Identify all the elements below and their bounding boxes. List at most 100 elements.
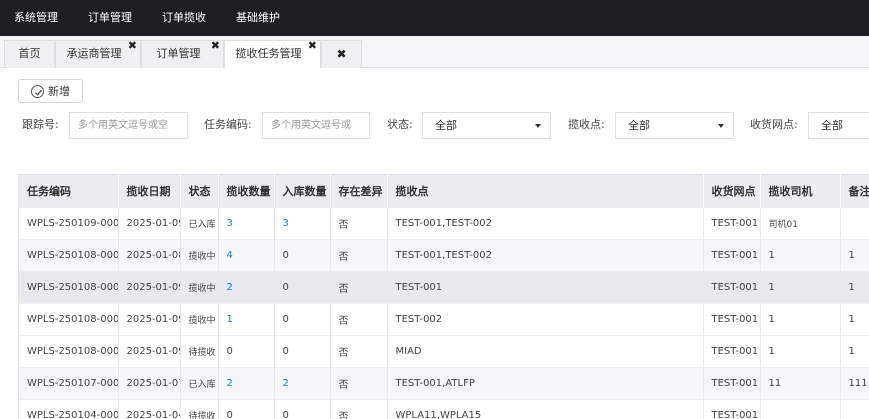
cell-pickup-driver: 1: [760, 335, 841, 368]
cell-pickup-qty: 0: [218, 399, 275, 419]
table-header-row: 任务编码 揽收日期 状态 揽收数量 入库数量 存在差异 揽收点 收货网点 揽收司…: [19, 174, 869, 208]
cell-receiving-network: TEST-001: [703, 335, 761, 368]
cell-status: 揽收中: [180, 303, 219, 336]
cell-pickup-point: TEST-001,TEST-002: [387, 239, 704, 272]
column-header-status[interactable]: 状态: [180, 174, 219, 208]
column-header-pickup-qty[interactable]: 揽收数量: [218, 174, 275, 208]
table-row[interactable]: WPLS-250108-0003 2025-01-09 揽收中 2 0 否 TE…: [19, 271, 869, 304]
cell-receiving-network: TEST-001: [703, 367, 761, 400]
cell-receiving-network: TEST-001: [703, 207, 761, 240]
cell-pickup-qty-link[interactable]: 4: [227, 250, 233, 261]
tab-pickup-task-close-icon[interactable]: ✖: [308, 40, 317, 52]
cell-pickup-date: 2025-01-09: [118, 207, 181, 240]
main-content: 新增 跟踪号: 多个用英文逗号或空 任务编码: 多个用英文逗号或 状态: 全部 …: [0, 68, 869, 419]
table-row[interactable]: WPLS-250108-0001 2025-01-09 待揽收 0 0 否 MI…: [19, 335, 869, 368]
cell-remark: [840, 399, 869, 419]
pickup-point-select[interactable]: 全部: [615, 112, 734, 139]
cell-has-diff: 否: [330, 271, 388, 304]
tracking-number-input[interactable]: 多个用英文逗号或空: [69, 112, 188, 139]
cell-has-diff: 否: [330, 335, 388, 368]
cell-inbound-qty: 0: [274, 399, 331, 419]
cell-pickup-date: 2025-01-04: [118, 399, 181, 419]
cell-pickup-qty: 0: [218, 335, 275, 368]
cell-pickup-date: 2025-01-09: [118, 335, 181, 368]
cell-receiving-network: TEST-001: [703, 303, 761, 336]
cell-remark: [840, 207, 869, 240]
cell-pickup-qty-link[interactable]: 2: [227, 282, 233, 293]
cell-receiving-network: TEST-001: [703, 239, 761, 272]
cell-status: 待揽收: [180, 399, 219, 419]
cell-inbound-qty-link[interactable]: 3: [283, 218, 289, 229]
table-row[interactable]: WPLS-250108-0002 2025-01-09 揽收中 1 0 否 TE…: [19, 303, 869, 336]
tab-pickup-task-management[interactable]: 揽收任务管理 ✖: [224, 40, 321, 69]
nav-system-management[interactable]: 系统管理: [8, 0, 62, 36]
cell-status: 揽收中: [180, 271, 219, 304]
column-header-inbound-qty[interactable]: 入库数量: [274, 174, 331, 208]
column-header-receiving-network[interactable]: 收货网点: [703, 174, 761, 208]
task-code-label: 任务编码:: [204, 118, 252, 131]
cell-has-diff: 否: [330, 399, 388, 419]
cell-has-diff: 否: [330, 367, 388, 400]
receiving-network-label: 收货网点:: [750, 118, 798, 131]
nav-basic-maintenance[interactable]: 基础维护: [232, 0, 284, 36]
tab-order-close-icon[interactable]: ✖: [211, 40, 220, 52]
cell-remark: 1: [840, 335, 869, 368]
cell-remark: 111: [840, 367, 869, 400]
table-row[interactable]: WPLS-250109-0001 2025-01-09 已入库 3 3 否 TE…: [19, 207, 869, 240]
receiving-network-select[interactable]: 全部: [808, 112, 869, 139]
cell-pickup-driver: [760, 399, 841, 419]
column-header-has-diff[interactable]: 存在差异: [330, 174, 388, 208]
cell-remark: 1: [840, 239, 869, 272]
column-header-pickup-driver[interactable]: 揽收司机: [760, 174, 841, 208]
receiving-network-select-value: 全部: [821, 119, 843, 132]
cell-remark: 1: [840, 271, 869, 304]
cell-inbound-qty: 0: [274, 239, 331, 272]
nav-order-pickup[interactable]: 订单揽收: [158, 0, 210, 36]
cell-has-diff: 否: [330, 303, 388, 336]
add-button[interactable]: 新增: [18, 79, 83, 103]
chevron-down-icon: [535, 124, 541, 128]
tab-home-label: 首页: [18, 47, 41, 60]
column-header-remark[interactable]: 备注: [840, 174, 869, 208]
cell-pickup-qty-link[interactable]: 2: [227, 378, 233, 389]
column-header-pickup-date[interactable]: 揽收日期: [118, 174, 181, 208]
cell-task-code: WPLS-250104-0004: [19, 399, 119, 419]
cell-pickup-driver: 1: [760, 271, 841, 304]
add-button-label: 新增: [48, 85, 70, 98]
cell-inbound-qty-link[interactable]: 2: [283, 378, 289, 389]
cell-pickup-driver: 1: [760, 303, 841, 336]
cell-pickup-driver: 1: [760, 239, 841, 272]
chevron-down-icon: [718, 124, 724, 128]
cell-status: 待揽收: [180, 335, 219, 368]
cell-pickup-point: TEST-001,TEST-002: [387, 207, 704, 240]
tab-carrier-management[interactable]: 承运商管理 ✖: [55, 40, 141, 68]
cell-pickup-point: TEST-002: [387, 303, 704, 336]
cell-pickup-point: WPLA11,WPLA15: [387, 399, 704, 419]
pickup-point-select-value: 全部: [628, 119, 650, 132]
tab-carrier-close-icon[interactable]: ✖: [128, 40, 137, 52]
cell-pickup-qty-link[interactable]: 3: [227, 218, 233, 229]
status-label: 状态:: [387, 118, 413, 131]
cell-has-diff: 否: [330, 239, 388, 272]
task-code-input[interactable]: 多个用英文逗号或: [262, 112, 370, 139]
cell-pickup-date: 2025-01-09: [118, 303, 181, 336]
cell-task-code: WPLS-250107-0001: [19, 367, 119, 400]
table-row[interactable]: WPLS-250104-0004 2025-01-04 待揽收 0 0 否 WP…: [19, 399, 869, 419]
check-circle-icon: [31, 84, 44, 98]
cell-status: 已入库: [180, 367, 219, 400]
close-all-tabs-button[interactable]: ✖: [321, 40, 362, 68]
nav-order-management[interactable]: 订单管理: [84, 0, 136, 36]
cell-task-code: WPLS-250108-0001: [19, 335, 119, 368]
column-header-task-code[interactable]: 任务编码: [19, 174, 119, 208]
cell-pickup-driver: 11: [760, 367, 841, 400]
top-navigation: 系统管理 订单管理 订单揽收 基础维护: [0, 0, 869, 36]
column-header-pickup-point[interactable]: 揽收点: [387, 174, 704, 208]
cell-pickup-qty-link[interactable]: 1: [227, 314, 233, 325]
tab-order-management[interactable]: 订单管理 ✖: [141, 40, 224, 68]
tab-home[interactable]: 首页: [4, 40, 55, 68]
cell-inbound-qty: 0: [274, 335, 331, 368]
status-select[interactable]: 全部: [422, 112, 551, 139]
pickup-point-label: 揽收点:: [568, 118, 605, 131]
table-row[interactable]: WPLS-250107-0001 2025-01-07 已入库 2 2 否 TE…: [19, 367, 869, 400]
table-row[interactable]: WPLS-250108-0004 2025-01-08 揽收中 4 0 否 TE…: [19, 239, 869, 272]
